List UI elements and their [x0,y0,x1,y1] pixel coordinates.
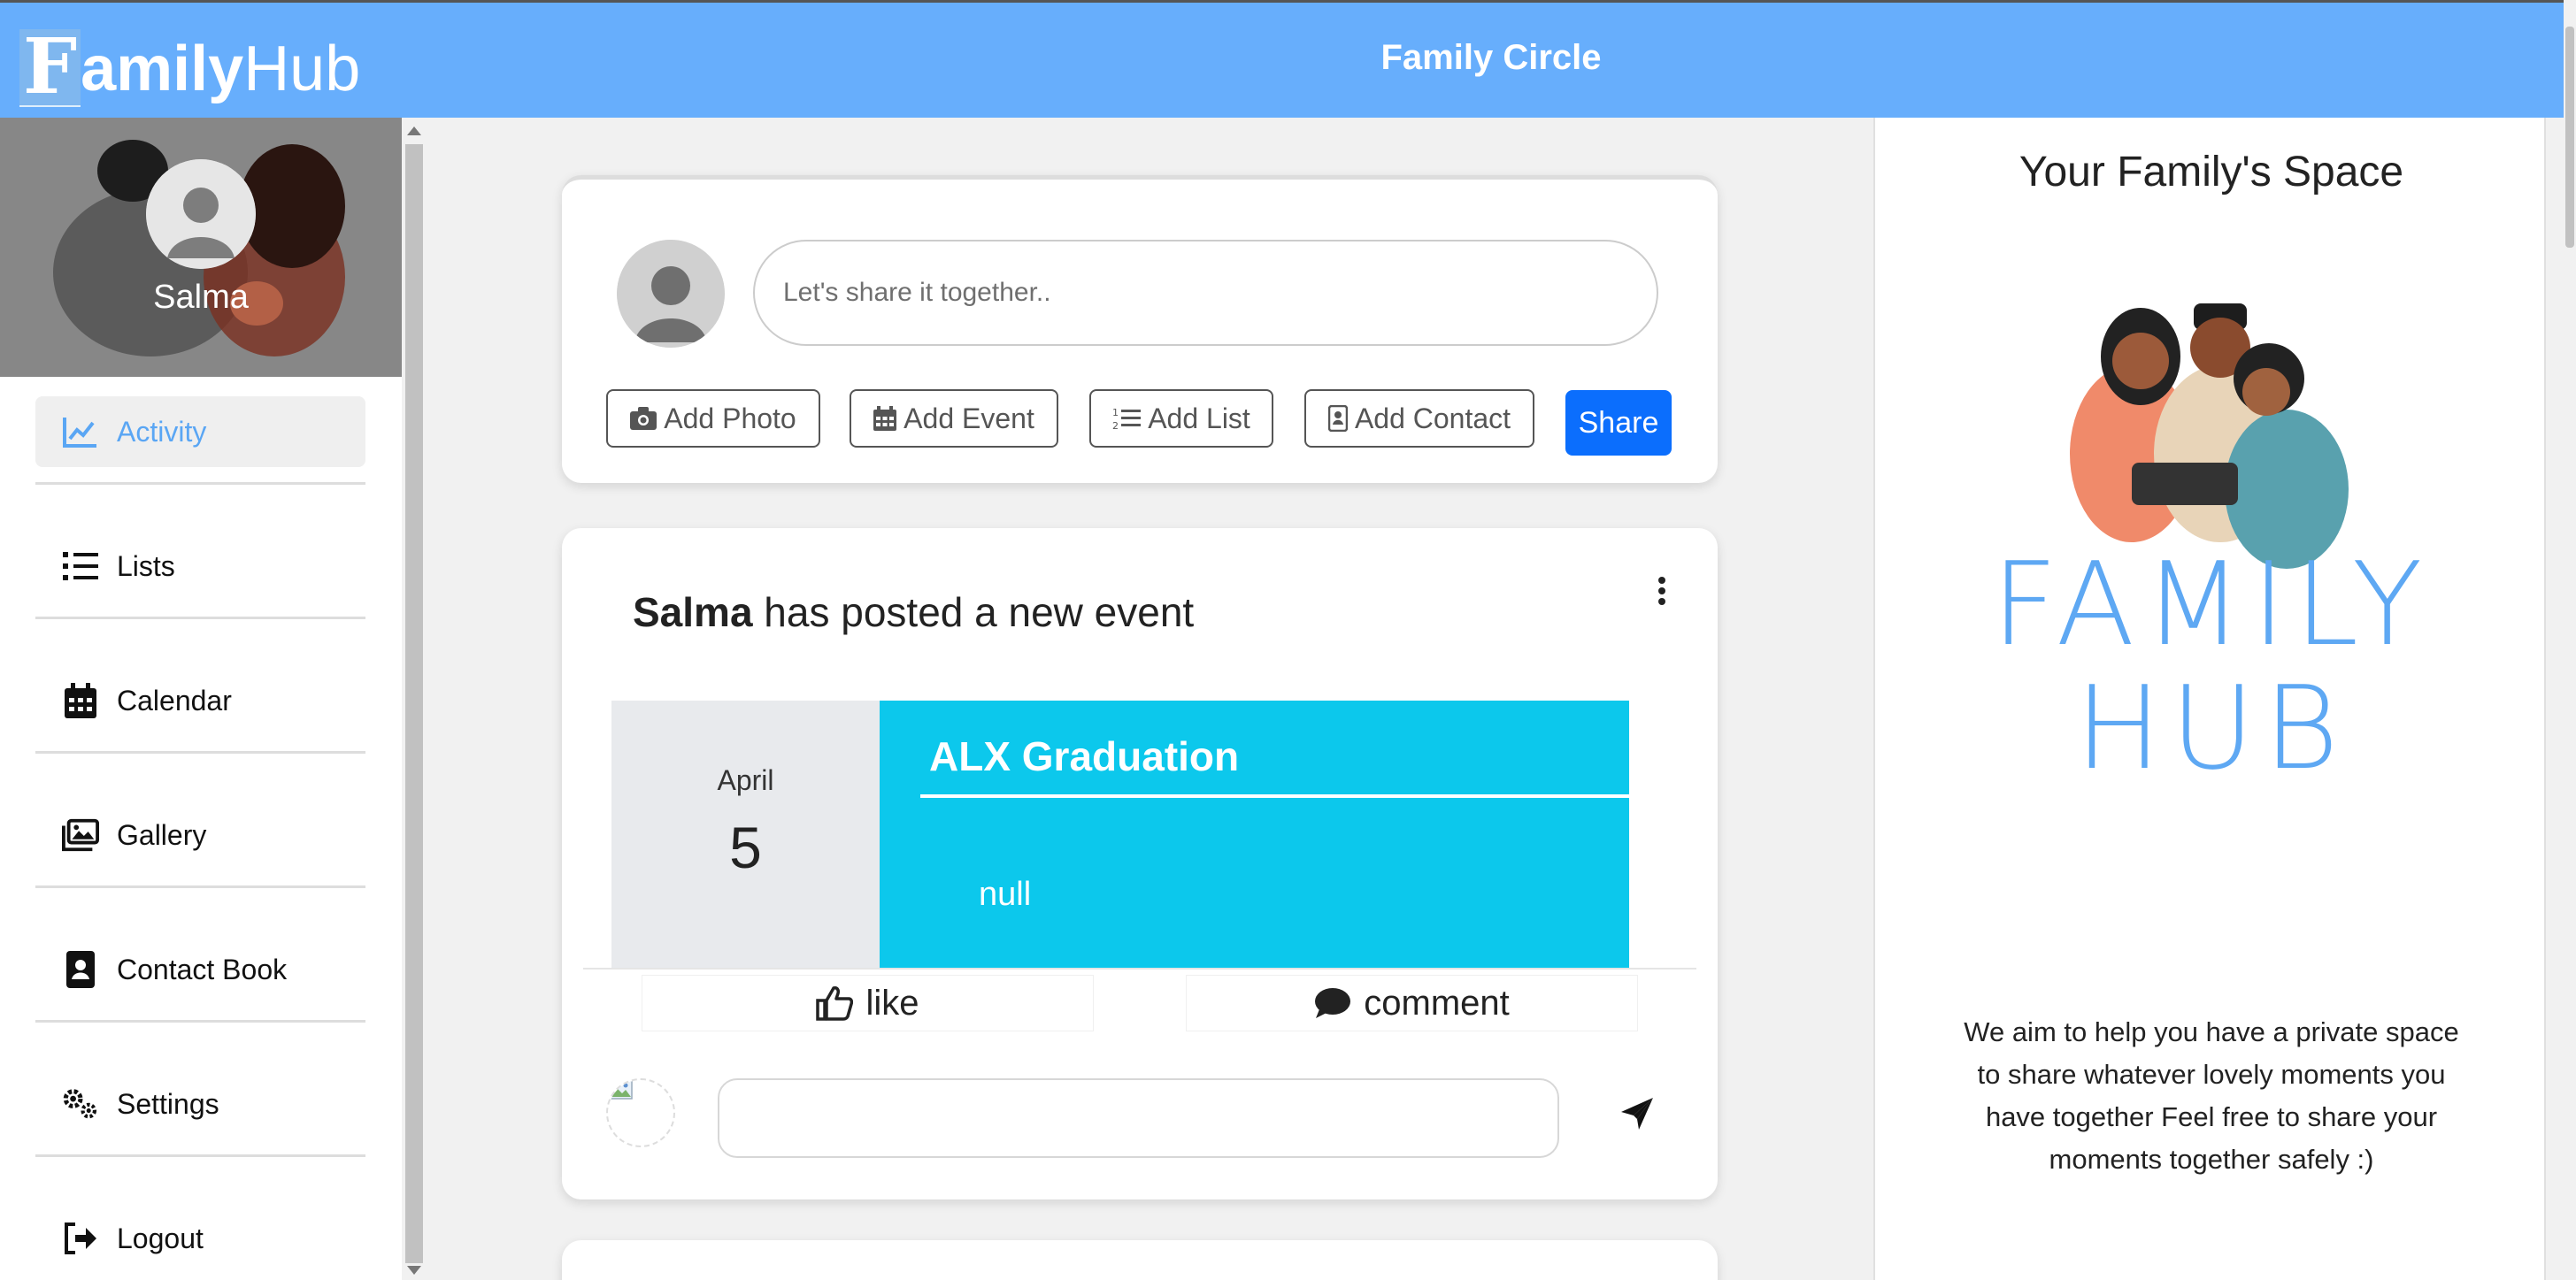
event-day: 5 [729,815,762,880]
sidebar-item-label: Activity [117,415,207,448]
comment-button[interactable]: comment [1186,975,1638,1031]
sidebar-item-contact-book[interactable]: Contact Book [35,934,365,1005]
broken-image-icon [608,1080,633,1100]
divider [35,885,365,888]
post-composer: Add Photo Add Event 12 Add List Add Cont… [562,175,1718,483]
post-title: Salma has posted a new event [633,588,1194,636]
sidebar-item-lists[interactable]: Lists [35,531,365,602]
event-date-box: April 5 [611,701,880,968]
event-details: ALX Graduation null [880,701,1629,968]
profile-name: Salma [153,279,249,316]
page-title: Family Circle [1380,38,1602,77]
logo-text-line1: FAMILY [1991,537,2432,671]
sidebar-item-label: Logout [117,1222,204,1254]
camera-icon [630,407,657,430]
sidebar-scrollbar[interactable] [402,118,427,1280]
scroll-thumb[interactable] [405,144,423,1263]
divider [35,482,365,485]
activity-post: Salma has posted a new event April 5 ALX… [562,528,1718,1200]
sidebar-item-label: Calendar [117,684,232,717]
address-book-icon [62,951,99,988]
add-photo-button[interactable]: Add Photo [606,389,820,448]
next-post [562,1240,1718,1280]
divider [920,794,1629,798]
like-label: like [865,983,919,1023]
right-panel: Your Family's Space FAMILY HUB We aim to… [1873,118,2546,1280]
brand-name-bold: amily [81,34,244,104]
list-icon [62,548,99,585]
avatar[interactable] [146,159,256,269]
post-author[interactable]: Salma [633,589,753,635]
avatar [617,240,725,348]
divider [583,968,1696,970]
add-list-label: Add List [1148,402,1250,434]
comment-input[interactable] [718,1078,1559,1158]
add-photo-label: Add Photo [664,402,796,434]
post-input[interactable] [753,240,1658,346]
sidebar-item-label: Gallery [117,818,207,851]
divider [35,1020,365,1023]
sidebar-item-logout[interactable]: Logout [35,1203,365,1274]
add-event-label: Add Event [904,402,1034,434]
sidebar-item-label: Settings [117,1087,219,1120]
event-month: April [717,764,774,796]
logout-icon [62,1220,99,1257]
comment-label: comment [1364,983,1510,1023]
like-button[interactable]: like [642,975,1094,1031]
images-icon [62,816,99,854]
more-options-icon[interactable] [1656,577,1668,612]
svg-text:1: 1 [1112,407,1119,418]
post-action-text: has posted a new event [752,589,1195,635]
event-description: null [979,876,1032,913]
sidebar-item-gallery[interactable]: Gallery [35,800,365,870]
sidebar-item-settings[interactable]: Settings [35,1069,365,1139]
scroll-thumb[interactable] [2565,27,2574,248]
user-icon [617,240,725,348]
comment-icon [1315,988,1351,1018]
profile-banner: Salma [0,118,402,377]
add-list-button[interactable]: 12 Add List [1089,389,1273,448]
thumbs-up-icon [816,986,854,1021]
divider [35,617,365,619]
page-scrollbar[interactable] [2564,0,2576,1280]
panel-title: Your Family's Space [2019,149,2404,195]
sidebar-item-activity[interactable]: Activity [35,396,365,467]
calendar-icon [62,682,99,719]
gears-icon [62,1085,99,1123]
share-button[interactable]: Share [1565,390,1672,456]
svg-text:2: 2 [1112,420,1119,431]
scroll-down-arrow[interactable] [407,1266,421,1275]
event-title: ALX Graduation [929,733,1240,779]
brand-name-rest: Hub [243,34,361,104]
brand-logo[interactable]: F amily Hub [19,22,360,107]
sidebar-item-label: Lists [117,549,175,582]
add-contact-button[interactable]: Add Contact [1304,389,1534,448]
chart-line-icon [62,413,99,450]
sidebar-item-label: Contact Book [117,953,288,985]
panel-description: We aim to help you have a private space … [1964,1016,2459,1175]
sidebar-item-calendar[interactable]: Calendar [35,665,365,736]
logo-text-line2: HUB [2074,661,2349,795]
scroll-up-arrow[interactable] [407,126,421,135]
contact-card-icon [1327,405,1348,432]
commenter-avatar [606,1078,675,1147]
list-ol-icon: 12 [1112,407,1142,431]
top-header: F amily Hub Family Circle [0,0,2564,118]
user-icon [146,159,256,269]
divider [35,751,365,754]
brand-initial: F [19,29,81,107]
sidebar: Salma Activity Lists Calendar Gallery Co… [0,118,402,1280]
add-event-button[interactable]: Add Event [850,389,1058,448]
divider [35,1154,365,1157]
send-icon[interactable] [1618,1094,1664,1140]
add-contact-label: Add Contact [1354,402,1511,434]
calendar-icon [873,406,897,431]
